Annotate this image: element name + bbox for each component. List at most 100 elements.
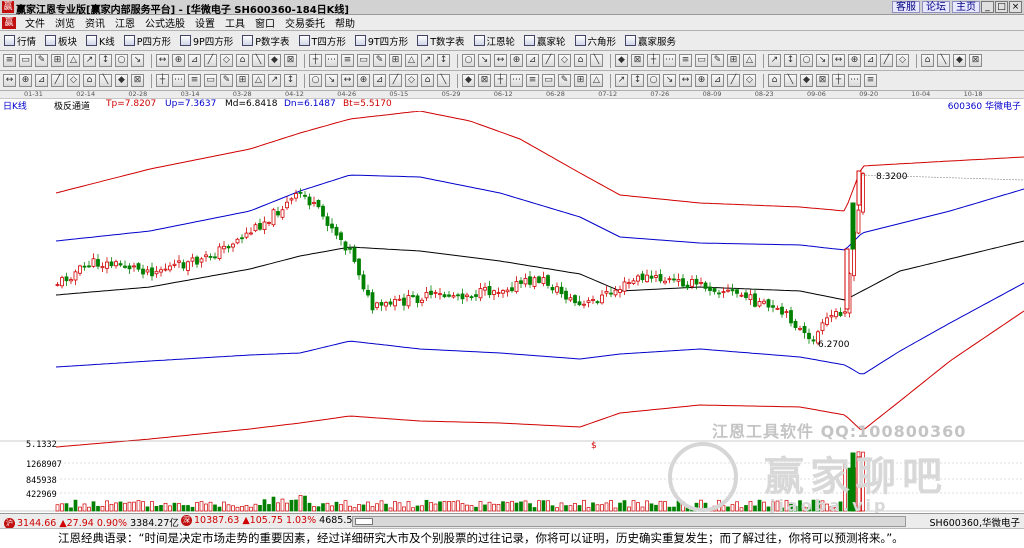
drawing-tool-35-icon[interactable]: ⌂ [574, 54, 587, 67]
quotes-button[interactable]: 行情 [4, 34, 36, 48]
analysis-tool-22-icon[interactable]: ⊕ [357, 74, 370, 87]
drawing-tool-39-icon[interactable]: ┼ [647, 54, 660, 67]
analysis-tool-35-icon[interactable]: ⊞ [574, 74, 587, 87]
analysis-tool-40-icon[interactable]: ↘ [663, 74, 676, 87]
menu-file[interactable]: 文件 [20, 15, 50, 30]
analysis-tool-18-icon[interactable]: ↕ [284, 74, 297, 87]
drawing-tool-40-icon[interactable]: ⋯ [663, 54, 676, 67]
analysis-tool-5-icon[interactable]: ◇ [67, 74, 80, 87]
t-number-table-button[interactable]: T数字表 [417, 34, 465, 48]
analysis-tool-30-icon[interactable]: ┼ [494, 74, 507, 87]
analysis-tool-42-icon[interactable]: ⊕ [695, 74, 708, 87]
analysis-tool-11-icon[interactable]: ⋯ [172, 74, 185, 87]
p-number-table-button[interactable]: P数字表 [242, 34, 290, 48]
analysis-tool-4-icon[interactable]: ╱ [51, 74, 64, 87]
sh-index[interactable]: 沪 3144.66 ▲27.94 0.90% 3384.27亿 [4, 515, 179, 529]
minimize-button[interactable]: _ [981, 1, 994, 13]
drawing-tool-28-icon[interactable]: ○ [462, 54, 475, 67]
drawing-tool-21-icon[interactable]: ≡ [341, 54, 354, 67]
analysis-tool-44-icon[interactable]: ╱ [727, 74, 740, 87]
drawing-tool-9-icon[interactable]: ↘ [131, 54, 144, 67]
analysis-tool-12-icon[interactable]: ≡ [188, 74, 201, 87]
drawing-tool-53-icon[interactable]: ╱ [880, 54, 893, 67]
drawing-tool-2-icon[interactable]: ▭ [19, 54, 32, 67]
drawing-tool-58-icon[interactable]: ⊠ [969, 54, 982, 67]
sectors-button[interactable]: 板块 [45, 34, 77, 48]
analysis-tool-7-icon[interactable]: ╲ [99, 74, 112, 87]
9p-square-button[interactable]: 9P四方形 [180, 34, 233, 48]
analysis-tool-27-icon[interactable]: ╲ [437, 74, 450, 87]
analysis-tool-26-icon[interactable]: ⌂ [421, 74, 434, 87]
drawing-tool-52-icon[interactable]: ⊿ [864, 54, 877, 67]
analysis-tool-33-icon[interactable]: ▭ [542, 74, 555, 87]
analysis-tool-8-icon[interactable]: ◆ [115, 74, 128, 87]
analysis-tool-1-icon[interactable]: ↔ [3, 74, 16, 87]
drawing-tool-50-icon[interactable]: ↔ [832, 54, 845, 67]
drawing-tool-13-icon[interactable]: ╱ [204, 54, 217, 67]
drawing-tool-19-icon[interactable]: ┼ [309, 54, 322, 67]
drawing-tool-44-icon[interactable]: ⊞ [727, 54, 740, 67]
drawing-tool-56-icon[interactable]: ╲ [937, 54, 950, 67]
drawing-tool-34-icon[interactable]: ◇ [558, 54, 571, 67]
menu-formula-picker[interactable]: 公式选股 [140, 15, 190, 30]
analysis-tool-16-icon[interactable]: △ [252, 74, 265, 87]
analysis-tool-28-icon[interactable]: ◆ [462, 74, 475, 87]
drawing-tool-29-icon[interactable]: ↘ [478, 54, 491, 67]
analysis-tool-17-icon[interactable]: ↗ [268, 74, 281, 87]
horizontal-scrollbar[interactable] [352, 516, 906, 527]
analysis-tool-2-icon[interactable]: ⊕ [19, 74, 32, 87]
analysis-tool-13-icon[interactable]: ▭ [204, 74, 217, 87]
analysis-tool-20-icon[interactable]: ↘ [325, 74, 338, 87]
analysis-tool-21-icon[interactable]: ↔ [341, 74, 354, 87]
menu-news[interactable]: 资讯 [80, 15, 110, 30]
analysis-tool-38-icon[interactable]: ↕ [631, 74, 644, 87]
drawing-tool-1-icon[interactable]: ≡ [3, 54, 16, 67]
analysis-tool-23-icon[interactable]: ⊿ [373, 74, 386, 87]
drawing-tool-8-icon[interactable]: ○ [115, 54, 128, 67]
t-square-button[interactable]: T四方形 [298, 34, 346, 48]
forum-link[interactable]: 论坛 [922, 1, 950, 13]
9t-square-button[interactable]: 9T四方形 [354, 34, 408, 48]
analysis-tool-34-icon[interactable]: ✎ [558, 74, 571, 87]
analysis-tool-39-icon[interactable]: ○ [647, 74, 660, 87]
drawing-tool-3-icon[interactable]: ✎ [35, 54, 48, 67]
scrollbar-thumb[interactable] [355, 518, 373, 525]
drawing-tool-55-icon[interactable]: ⌂ [921, 54, 934, 67]
drawing-tool-42-icon[interactable]: ▭ [695, 54, 708, 67]
analysis-tool-15-icon[interactable]: ⊞ [236, 74, 249, 87]
drawing-tool-11-icon[interactable]: ⊕ [172, 54, 185, 67]
drawing-tool-10-icon[interactable]: ↔ [156, 54, 169, 67]
drawing-tool-27-icon[interactable]: ↕ [437, 54, 450, 67]
analysis-tool-24-icon[interactable]: ╱ [389, 74, 402, 87]
analysis-tool-3-icon[interactable]: ⊿ [35, 74, 48, 87]
hexagon-button[interactable]: 六角形 [574, 34, 616, 48]
menu-trading[interactable]: 交易委托 [280, 15, 330, 30]
maximize-button[interactable]: □ [995, 1, 1008, 13]
drawing-tool-36-icon[interactable]: ╲ [590, 54, 603, 67]
drawing-tool-20-icon[interactable]: ⋯ [325, 54, 338, 67]
winner-wheel-button[interactable]: 赢家轮 [524, 34, 566, 48]
drawing-tool-45-icon[interactable]: △ [743, 54, 756, 67]
drawing-tool-23-icon[interactable]: ✎ [373, 54, 386, 67]
drawing-tool-37-icon[interactable]: ◆ [615, 54, 628, 67]
drawing-tool-57-icon[interactable]: ◆ [953, 54, 966, 67]
gann-wheel-button[interactable]: 江恩轮 [473, 34, 515, 48]
analysis-tool-47-icon[interactable]: ╲ [784, 74, 797, 87]
close-button[interactable]: × [1009, 1, 1022, 13]
homepage-link[interactable]: 主页 [952, 1, 980, 13]
drawing-tool-32-icon[interactable]: ⊿ [526, 54, 539, 67]
drawing-tool-17-icon[interactable]: ◆ [268, 54, 281, 67]
menu-help[interactable]: 帮助 [330, 15, 360, 30]
drawing-tool-38-icon[interactable]: ⊠ [631, 54, 644, 67]
menu-browse[interactable]: 浏览 [50, 15, 80, 30]
analysis-tool-49-icon[interactable]: ⊠ [816, 74, 829, 87]
drawing-tool-51-icon[interactable]: ⊕ [848, 54, 861, 67]
drawing-tool-24-icon[interactable]: ⊞ [389, 54, 402, 67]
drawing-tool-18-icon[interactable]: ⊠ [284, 54, 297, 67]
drawing-tool-49-icon[interactable]: ↘ [816, 54, 829, 67]
analysis-tool-51-icon[interactable]: ⋯ [848, 74, 861, 87]
drawing-tool-14-icon[interactable]: ◇ [220, 54, 233, 67]
analysis-tool-52-icon[interactable]: ≡ [864, 74, 877, 87]
drawing-tool-16-icon[interactable]: ╲ [252, 54, 265, 67]
drawing-tool-25-icon[interactable]: △ [405, 54, 418, 67]
